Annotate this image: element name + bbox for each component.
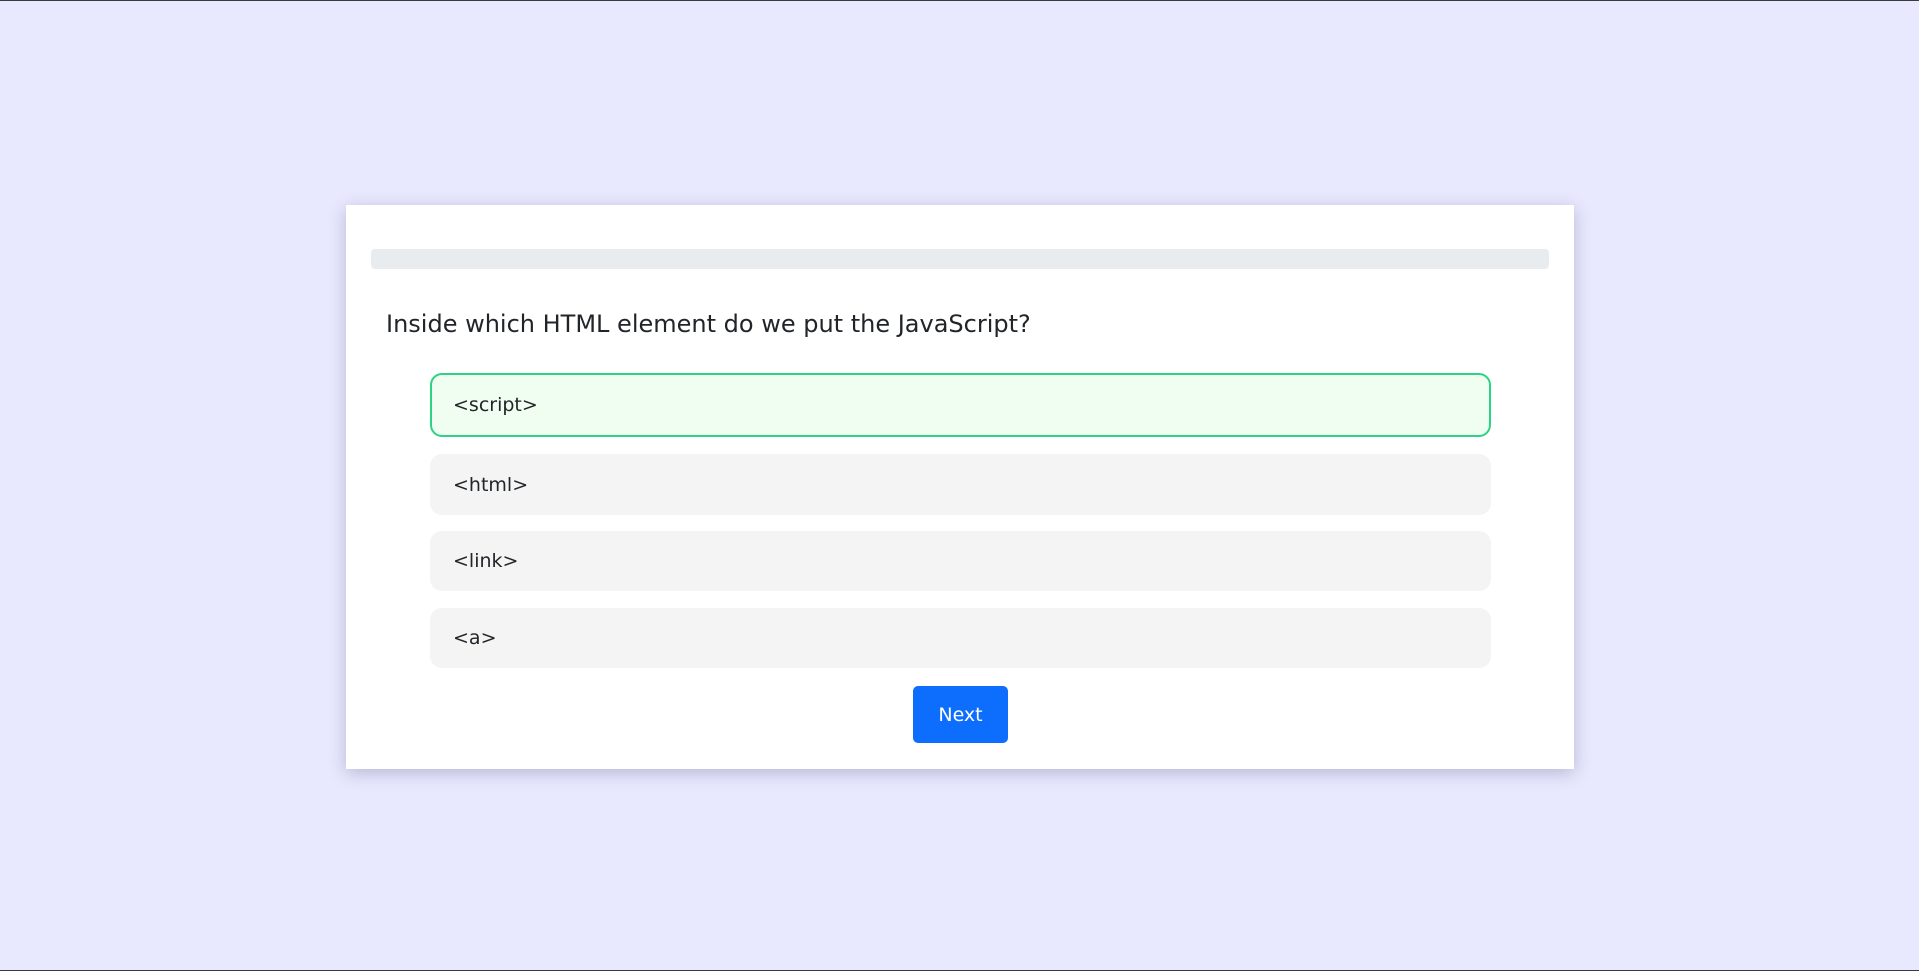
answer-option-a[interactable]: <a> bbox=[430, 608, 1491, 668]
answer-options: <script> <html> <link> <a> bbox=[430, 373, 1491, 668]
next-button[interactable]: Next bbox=[913, 686, 1008, 743]
answer-option-html[interactable]: <html> bbox=[430, 454, 1491, 515]
progress-bar bbox=[371, 249, 1549, 269]
question-text: Inside which HTML element do we put the … bbox=[386, 310, 1031, 338]
answer-option-script[interactable]: <script> bbox=[430, 373, 1491, 437]
answer-option-link[interactable]: <link> bbox=[430, 531, 1491, 591]
quiz-card: Inside which HTML element do we put the … bbox=[346, 205, 1574, 769]
